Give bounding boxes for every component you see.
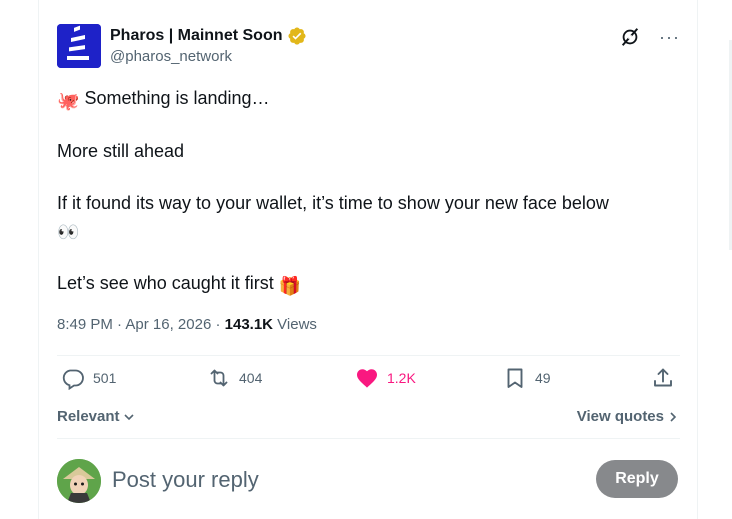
timeline-left-border — [38, 0, 39, 519]
gift-emoji: 🎁 — [278, 276, 302, 296]
view-quotes-link[interactable]: View quotes — [577, 408, 678, 425]
divider — [57, 438, 680, 439]
octopus-emoji: 🐙 — [57, 91, 80, 111]
tweet-line-3-text: If it found its way to your wallet, it’s… — [57, 193, 609, 213]
reply-composer: Post your reply Reply — [57, 455, 680, 505]
sort-relevant-dropdown[interactable]: Relevant — [57, 408, 136, 425]
sort-relevant-label: Relevant — [57, 408, 120, 425]
tweet-line-4-text: Let’s see who caught it first — [57, 273, 274, 293]
tweet-line-3: If it found its way to your wallet, it’s… — [57, 190, 667, 245]
tweet-time[interactable]: 8:49 PM — [57, 316, 113, 333]
reply-count: 501 — [93, 370, 117, 386]
tweet-actions: 501 404 1.2K 49 — [57, 366, 680, 400]
repost-action[interactable]: 404 — [207, 366, 262, 390]
chevron-right-icon — [670, 411, 677, 422]
views-label: Views — [273, 316, 317, 333]
tweet-line-1-text: Something is landing… — [84, 88, 270, 108]
like-count: 1.2K — [387, 370, 416, 386]
reply-action[interactable]: 501 — [61, 366, 116, 390]
user-avatar[interactable] — [57, 459, 101, 503]
reply-input[interactable]: Post your reply — [112, 467, 259, 493]
share-action[interactable] — [651, 366, 675, 390]
tweet-line-4: Let’s see who caught it first 🎁 — [57, 270, 301, 299]
bookmark-action[interactable]: 49 — [503, 366, 551, 390]
views-count: 143.1K — [224, 316, 274, 333]
meta-separator: · — [211, 316, 225, 333]
share-icon — [654, 368, 672, 387]
author-handle[interactable]: @pharos_network — [110, 48, 232, 65]
author-avatar[interactable] — [57, 24, 101, 68]
divider — [57, 355, 680, 356]
header-actions: ··· — [619, 26, 680, 48]
reply-sort-row: Relevant View quotes — [57, 406, 680, 428]
tweet-line-2: More still ahead — [57, 141, 185, 161]
tweet-line-1: 🐙 Something is landing… — [57, 85, 270, 114]
bookmark-icon — [507, 368, 523, 388]
chevron-down-icon — [123, 413, 134, 420]
bookmark-count: 49 — [535, 370, 551, 386]
reply-icon — [62, 369, 84, 390]
tweet-meta: 8:49 PM · Apr 16, 2026 · 143.1K Views — [57, 316, 317, 333]
verified-badge-icon — [287, 27, 306, 45]
like-action[interactable]: 1.2K — [355, 366, 416, 390]
author-name-row: Pharos | Mainnet Soon — [110, 26, 307, 46]
tweet-date[interactable]: Apr 16, 2026 — [125, 316, 211, 333]
repost-count: 404 — [239, 370, 263, 386]
meta-separator: · — [112, 316, 126, 333]
more-options-icon[interactable]: ··· — [659, 27, 680, 47]
tweet-header: Pharos | Mainnet Soon @pharos_network ··… — [57, 24, 680, 70]
reply-submit-button[interactable]: Reply — [596, 460, 678, 498]
timeline-right-border — [697, 0, 698, 519]
eyes-emoji: 👀 — [57, 222, 80, 242]
view-quotes-label: View quotes — [576, 408, 664, 425]
author-display-name[interactable]: Pharos | Mainnet Soon — [110, 27, 283, 45]
heart-icon — [357, 369, 377, 388]
repost-icon — [210, 369, 228, 387]
grok-icon[interactable] — [619, 26, 641, 48]
